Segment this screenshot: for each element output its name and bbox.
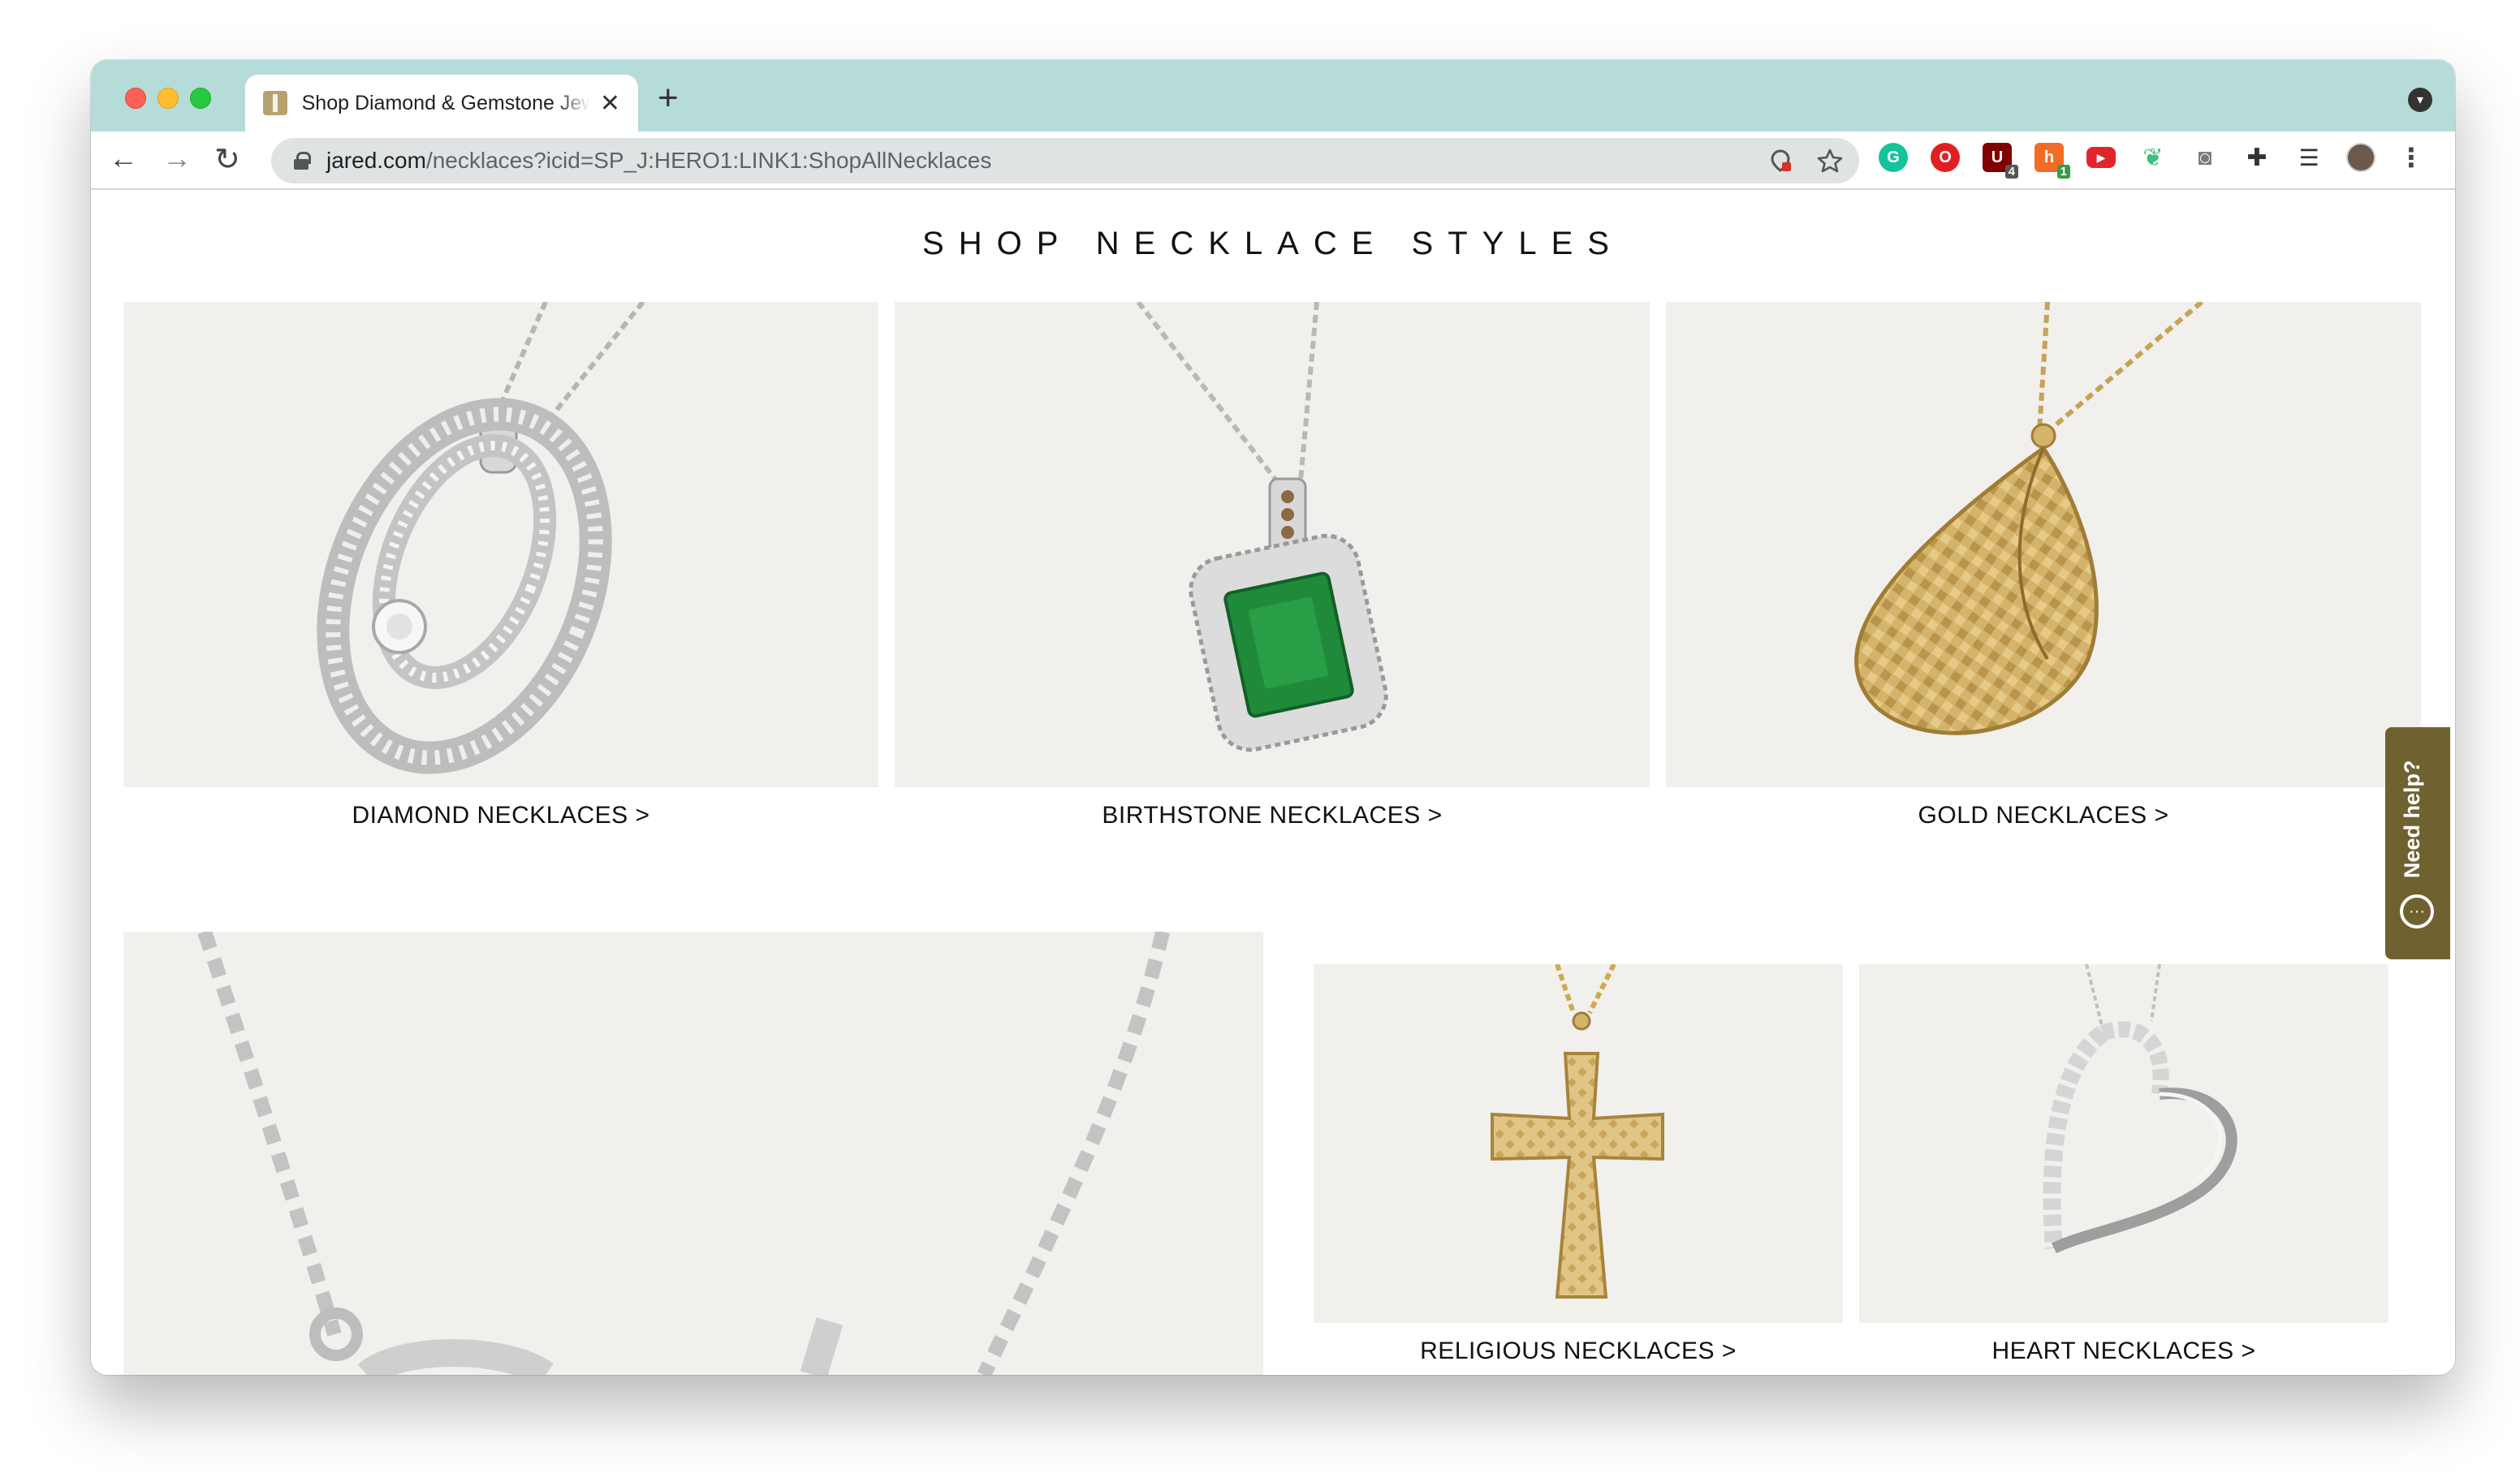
forward-arrow-icon[interactable]: → [162, 141, 192, 175]
reading-list-icon[interactable]: ☰ [2294, 143, 2324, 172]
leaf-extension-icon[interactable]: ❦ [2138, 143, 2168, 172]
need-help-label: Need help? [2400, 760, 2424, 878]
new-tab-button[interactable]: + [658, 78, 679, 118]
close-window-button[interactable] [125, 88, 146, 109]
minimize-window-button[interactable] [158, 88, 179, 109]
address-bar[interactable]: jared.com/necklaces?icid=SP_J:HERO1:LINK… [271, 138, 1859, 183]
heart-necklaces-link[interactable]: HEART NECKLACES > [1859, 1338, 2388, 1365]
diamond-necklaces-link[interactable]: DIAMOND NECKLACES > [123, 802, 878, 829]
religious-necklaces-link[interactable]: RELIGIOUS NECKLACES > [1314, 1338, 1843, 1365]
chat-icon: ··· [2400, 894, 2434, 928]
ublock-badge: 4 [2004, 165, 2018, 179]
honey-badge: 1 [2056, 165, 2070, 179]
tab-bar: Shop Diamond & Gemstone Jewelry ✕ + ▾ [91, 60, 2455, 131]
url-text[interactable]: jared.com/necklaces?icid=SP_J:HERO1:LINK… [326, 148, 991, 174]
diamond-necklace-image[interactable] [123, 302, 878, 787]
religious-necklace-image[interactable] [1314, 964, 1843, 1323]
browser-toolbar: ← → ↻ jared.com/necklaces?icid=SP_J:HERO… [91, 131, 2455, 190]
bookmark-star-icon[interactable] [1817, 148, 1843, 174]
jared-favicon-icon [263, 91, 287, 115]
profile-avatar[interactable] [2346, 143, 2375, 172]
tab-active[interactable]: Shop Diamond & Gemstone Jewelry ✕ [245, 75, 638, 131]
gold-necklaces-link[interactable]: GOLD NECKLACES > [1666, 802, 2421, 829]
tab-title: Shop Diamond & Gemstone Jewelry [301, 91, 590, 114]
browser-menu-icon[interactable]: ⋮ [2397, 143, 2426, 172]
youtube-icon[interactable]: ▶ [2086, 147, 2116, 168]
browser-window: Shop Diamond & Gemstone Jewelry ✕ + ▾ ← … [91, 60, 2455, 1375]
scroll-to-top-button[interactable]: ⌃ [2364, 1368, 2421, 1375]
extensions-puzzle-icon[interactable]: ✚ [2242, 143, 2272, 172]
grammarly-icon[interactable]: G [1879, 143, 1908, 172]
camera-icon[interactable]: ◙ [2190, 143, 2220, 172]
page-content: SHOP NECKLACE STYLES DIAMOND NECKLACES > [91, 190, 2455, 1375]
heart-necklace-image[interactable] [1859, 964, 2388, 1323]
maximize-window-button[interactable] [190, 88, 211, 109]
lock-icon[interactable] [294, 152, 311, 170]
location-blocked-icon[interactable] [1768, 149, 1793, 173]
gold-necklace-image[interactable] [1666, 302, 2421, 787]
back-arrow-icon[interactable]: ← [109, 141, 138, 175]
opera-adblock-icon[interactable]: O [1931, 143, 1960, 172]
birthstone-necklace-image[interactable] [895, 302, 1650, 787]
nameplate-necklace-image[interactable] [123, 932, 1263, 1375]
honey-icon[interactable]: h1 [2035, 143, 2070, 179]
reload-icon[interactable]: ↻ [214, 141, 240, 178]
tab-search-icon[interactable]: ▾ [2408, 88, 2432, 112]
section-title: SHOP NECKLACE STYLES [922, 226, 1624, 261]
need-help-button[interactable]: Need help? ··· [2385, 727, 2450, 959]
tab-close-icon[interactable]: ✕ [600, 89, 620, 118]
birthstone-necklaces-link[interactable]: BIRTHSTONE NECKLACES > [895, 802, 1650, 829]
ublock-icon[interactable]: U4 [1983, 143, 2018, 179]
